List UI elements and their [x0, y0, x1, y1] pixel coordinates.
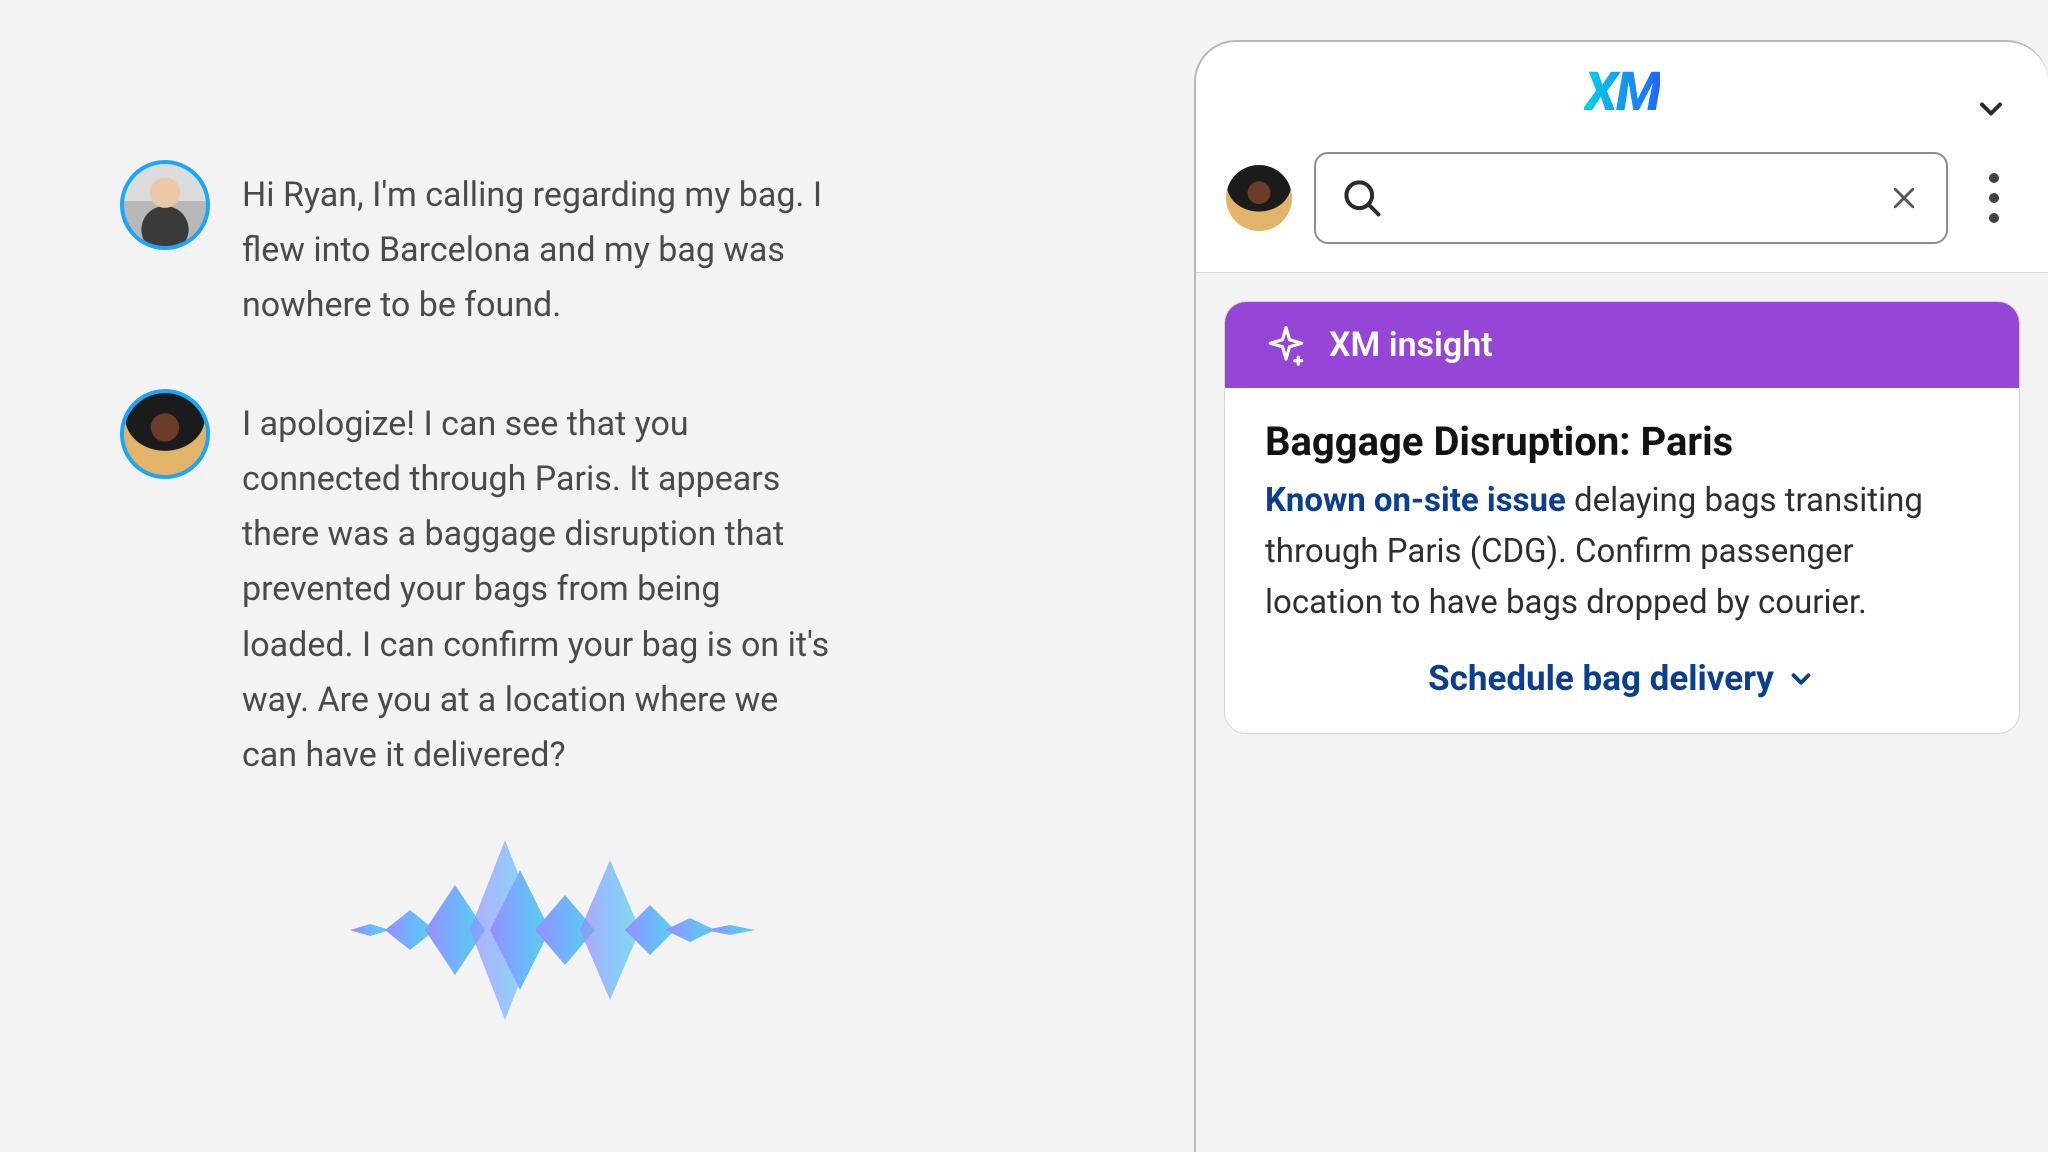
search-field-wrap	[1314, 152, 1948, 244]
panel-body: XM insight Baggage Disruption: Paris Kno…	[1196, 273, 2048, 1152]
clear-search-button[interactable]	[1884, 178, 1924, 218]
kebab-dot	[1989, 193, 1999, 203]
chevron-down-icon	[1973, 91, 2009, 127]
xm-logo-text: XM	[1584, 61, 1659, 124]
xm-logo: XM	[1584, 61, 1659, 124]
call-transcript: Hi Ryan, I'm calling regarding my bag. I…	[120, 160, 880, 839]
insight-card-header: XM insight	[1225, 302, 2019, 388]
audio-waveform-icon	[330, 830, 770, 1030]
insight-title: Baggage Disruption: Paris	[1265, 418, 1979, 465]
schedule-delivery-button[interactable]: Schedule bag delivery	[1265, 658, 1979, 699]
panel-collapse-button[interactable]	[1968, 86, 2014, 132]
insight-description: Known on-site issue delaying bags transi…	[1265, 475, 1979, 628]
panel-header: XM	[1196, 42, 2048, 128]
kebab-dot	[1989, 173, 1999, 183]
more-options-button[interactable]	[1970, 163, 2018, 233]
insight-header-label: XM insight	[1329, 325, 1493, 365]
panel-search-row	[1196, 128, 2048, 273]
transcript-message: Hi Ryan, I'm calling regarding my bag. I…	[120, 160, 880, 333]
known-issue-link[interactable]: Known on-site issue	[1265, 481, 1566, 520]
transcript-text: I apologize! I can see that you connecte…	[242, 389, 832, 783]
transcript-message: I apologize! I can see that you connecte…	[120, 389, 880, 783]
search-input[interactable]	[1314, 152, 1948, 244]
schedule-delivery-label: Schedule bag delivery	[1428, 658, 1774, 699]
close-icon	[1889, 183, 1919, 213]
insight-card-body: Baggage Disruption: Paris Known on-site …	[1225, 388, 2019, 733]
chevron-down-icon	[1786, 664, 1816, 694]
sparkle-icon	[1265, 324, 1307, 366]
search-icon	[1340, 176, 1384, 220]
xm-side-panel: XM	[1194, 40, 2048, 1152]
agent-avatar	[120, 389, 210, 479]
transcript-text: Hi Ryan, I'm calling regarding my bag. I…	[242, 160, 832, 333]
customer-avatar	[120, 160, 210, 250]
kebab-dot	[1989, 213, 1999, 223]
xm-insight-card: XM insight Baggage Disruption: Paris Kno…	[1224, 301, 2020, 734]
agent-avatar-small[interactable]	[1226, 165, 1292, 231]
